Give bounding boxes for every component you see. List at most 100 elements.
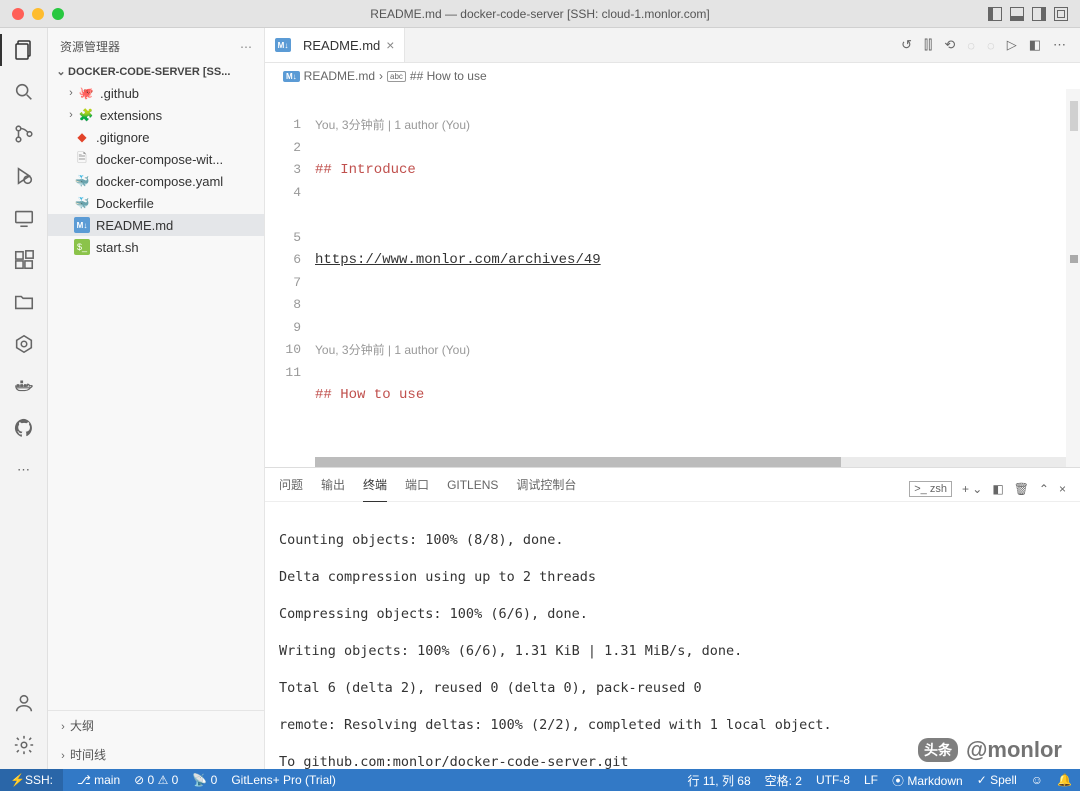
ports-button[interactable]: 📡 0 — [192, 773, 217, 787]
debug-icon[interactable] — [12, 164, 36, 188]
search-icon[interactable] — [12, 80, 36, 104]
gitlens-status[interactable]: GitLens+ Pro (Trial) — [231, 773, 336, 787]
github-folder-icon: 🐙 — [78, 85, 94, 101]
chevron-up-icon[interactable]: ⌃ — [1039, 482, 1049, 496]
close-panel-icon[interactable]: × — [1059, 482, 1066, 496]
extensions-icon[interactable] — [12, 248, 36, 272]
folder-github[interactable]: ›🐙.github — [48, 82, 264, 104]
feedback-icon[interactable]: ☺ — [1031, 773, 1043, 787]
minimize-window-button[interactable] — [32, 8, 44, 20]
encoding-button[interactable]: UTF-8 — [816, 773, 850, 787]
settings-gear-icon[interactable] — [12, 733, 36, 757]
file-start-sh[interactable]: $_start.sh — [48, 236, 264, 258]
docker-file-icon: 🐳 — [74, 195, 90, 211]
remote-explorer-icon[interactable] — [12, 206, 36, 230]
sidebar-bottom-sections: ›大纲 ›时间线 — [48, 710, 264, 769]
nav-back-icon[interactable]: ◌ — [967, 38, 975, 53]
horizontal-scrollbar[interactable] — [315, 457, 1066, 467]
github-icon[interactable] — [12, 416, 36, 440]
editor-toolbar: ↺ ⫿⫿ ⟲ ◌ ◌ ▷ ◧ ⋯ — [901, 28, 1080, 62]
more-icon[interactable]: ⋯ — [12, 458, 36, 482]
panel-left-icon[interactable] — [988, 7, 1002, 21]
source-control-icon[interactable] — [12, 122, 36, 146]
maximize-window-button[interactable] — [52, 8, 64, 20]
tab-debug[interactable]: 调试控制台 — [516, 476, 576, 501]
window-controls — [0, 8, 64, 20]
docker-file-icon: 🐳 — [74, 173, 90, 189]
chevron-right-icon: › — [58, 750, 68, 762]
tab-gitlens[interactable]: GITLENS — [447, 478, 498, 500]
chevron-right-icon: › — [66, 109, 76, 121]
folder-extensions[interactable]: ›🧩extensions — [48, 104, 264, 126]
chevron-right-icon: › — [58, 721, 68, 733]
docker-icon[interactable] — [12, 374, 36, 398]
shell-icon: $_ — [74, 239, 90, 255]
git-icon: ◆ — [74, 129, 90, 145]
cursor-position[interactable]: 行 11, 列 68 — [687, 772, 750, 789]
problems-button[interactable]: ⊘ 0 ⚠ 0 — [134, 773, 178, 787]
tab-ports[interactable]: 端口 — [405, 476, 429, 501]
preview-icon[interactable]: ⫿⫿ — [924, 37, 932, 53]
panel-bottom-icon[interactable] — [1010, 7, 1024, 21]
trash-icon[interactable]: 🗑 — [1014, 482, 1029, 496]
file-gitignore[interactable]: ◆.gitignore — [48, 126, 264, 148]
codelens[interactable]: You, 3分钟前 | 1 author (You) — [315, 339, 1066, 362]
close-window-button[interactable] — [12, 8, 24, 20]
file-dockerfile[interactable]: 🐳Dockerfile — [48, 192, 264, 214]
outline-section[interactable]: ›大纲 — [48, 711, 264, 740]
git-branch-button[interactable]: ⎇ main — [77, 773, 120, 787]
eol-button[interactable]: LF — [864, 773, 878, 787]
indent-button[interactable]: 空格: 2 — [765, 772, 802, 789]
split-icon[interactable]: ◧ — [1029, 37, 1041, 53]
nav-fwd-icon[interactable]: ◌ — [987, 38, 995, 53]
tab-terminal[interactable]: 终端 — [363, 476, 387, 502]
activity-bar: ⋯ — [0, 28, 48, 769]
file-docker-compose[interactable]: 🐳docker-compose.yaml — [48, 170, 264, 192]
sidebar-header: 资源管理器 ⋯ — [48, 28, 264, 63]
chevron-down-icon: ⌄ — [56, 65, 66, 78]
spell-button[interactable]: ✓ Spell — [977, 773, 1017, 787]
bottom-panel: 问题 输出 终端 端口 GITLENS 调试控制台 >_ zsh + ⌄ ◧ 🗑… — [265, 467, 1080, 769]
history-icon[interactable]: ↺ — [901, 37, 912, 53]
close-tab-icon[interactable]: × — [386, 37, 394, 53]
account-icon[interactable] — [12, 691, 36, 715]
abc-icon: abc — [387, 71, 406, 82]
tab-readme[interactable]: M↓ README.md × — [265, 28, 405, 62]
markdown-icon: M↓ — [275, 38, 291, 52]
sidebar-more-icon[interactable]: ⋯ — [240, 40, 252, 54]
compare-icon[interactable]: ⟲ — [944, 37, 955, 53]
folder-icon[interactable] — [12, 290, 36, 314]
project-root[interactable]: ⌄ DOCKER-CODE-SERVER [SS... — [48, 63, 264, 80]
kubernetes-icon[interactable] — [12, 332, 36, 356]
file-docker-compose-with[interactable]: 🗎docker-compose-wit... — [48, 148, 264, 170]
explorer-sidebar: 资源管理器 ⋯ ⌄ DOCKER-CODE-SERVER [SS... ›🐙.g… — [48, 28, 265, 769]
notifications-icon[interactable]: 🔔 — [1057, 773, 1072, 787]
breadcrumb[interactable]: M↓ README.md › abc ## How to use — [265, 63, 1080, 89]
split-terminal-icon[interactable]: ◧ — [992, 482, 1003, 496]
explorer-icon[interactable] — [12, 38, 36, 62]
tab-output[interactable]: 输出 — [321, 476, 345, 501]
tab-bar: M↓ README.md × ↺ ⫿⫿ ⟲ ◌ ◌ ▷ ◧ ⋯ — [265, 28, 1080, 63]
new-terminal-icon[interactable]: + ⌄ — [962, 482, 982, 496]
file-tree: ›🐙.github ›🧩extensions ◆.gitignore 🗎dock… — [48, 80, 264, 710]
more-icon[interactable]: ⋯ — [1053, 37, 1066, 53]
sidebar-title: 资源管理器 — [60, 38, 120, 55]
chevron-right-icon: › — [379, 69, 383, 83]
run-icon[interactable]: ▷ — [1007, 37, 1017, 53]
titlebar: README.md — docker-code-server [SSH: clo… — [0, 0, 1080, 28]
file-readme[interactable]: M↓README.md — [48, 214, 264, 236]
window-title: README.md — docker-code-server [SSH: clo… — [370, 7, 709, 21]
code-content[interactable]: You, 3分钟前 | 1 author (You) ## Introduce … — [315, 89, 1066, 467]
editor-body[interactable]: 1234 567891011 You, 3分钟前 | 1 author (You… — [265, 89, 1080, 467]
timeline-section[interactable]: ›时间线 — [48, 740, 264, 769]
layout-icon[interactable] — [1054, 7, 1068, 21]
remote-ssh-button[interactable]: ⚡ SSH: — [0, 769, 63, 791]
panel-right-icon[interactable] — [1032, 7, 1046, 21]
markdown-icon: M↓ — [283, 71, 300, 82]
terminal-shell-select[interactable]: >_ zsh — [909, 481, 952, 497]
language-button[interactable]: ⦿ Markdown — [892, 772, 963, 789]
tab-problems[interactable]: 问题 — [279, 476, 303, 501]
terminal-output[interactable]: Counting objects: 100% (8/8), done. Delt… — [265, 502, 1080, 769]
codelens[interactable]: You, 3分钟前 | 1 author (You) — [315, 114, 1066, 137]
minimap[interactable] — [1066, 89, 1080, 467]
